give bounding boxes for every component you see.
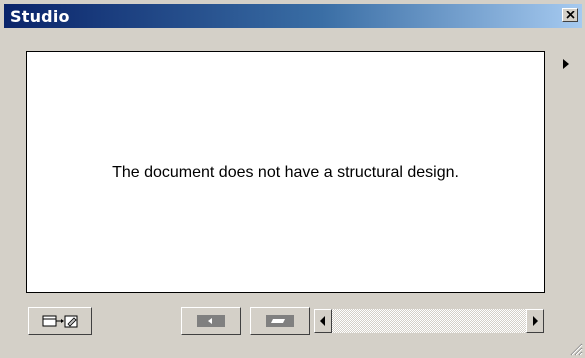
close-button[interactable] — [562, 8, 578, 22]
import-arrow-icon — [42, 315, 78, 328]
studio-canvas: The document does not have a structural … — [26, 51, 545, 293]
close-icon — [566, 11, 575, 19]
arrow-right-icon — [533, 316, 538, 326]
title-bar[interactable]: Studio — [4, 4, 582, 28]
window-title: Studio — [10, 7, 70, 26]
previous-view-button[interactable] — [181, 307, 241, 335]
view-perspective-icon — [266, 315, 294, 327]
next-view-button[interactable] — [250, 307, 310, 335]
import-structure-button[interactable] — [28, 307, 92, 335]
horizontal-scrollbar[interactable] — [314, 309, 544, 333]
scroll-left-button[interactable] — [314, 309, 332, 333]
scroll-right-button[interactable] — [526, 309, 544, 333]
arrow-left-icon — [320, 316, 325, 326]
empty-state-message: The document does not have a structural … — [112, 164, 459, 181]
panel-menu-arrow-icon[interactable] — [561, 55, 571, 69]
resize-grip-icon[interactable] — [570, 343, 583, 356]
studio-window: Studio The document does not have a stru… — [0, 0, 585, 358]
view-back-icon — [197, 315, 225, 327]
